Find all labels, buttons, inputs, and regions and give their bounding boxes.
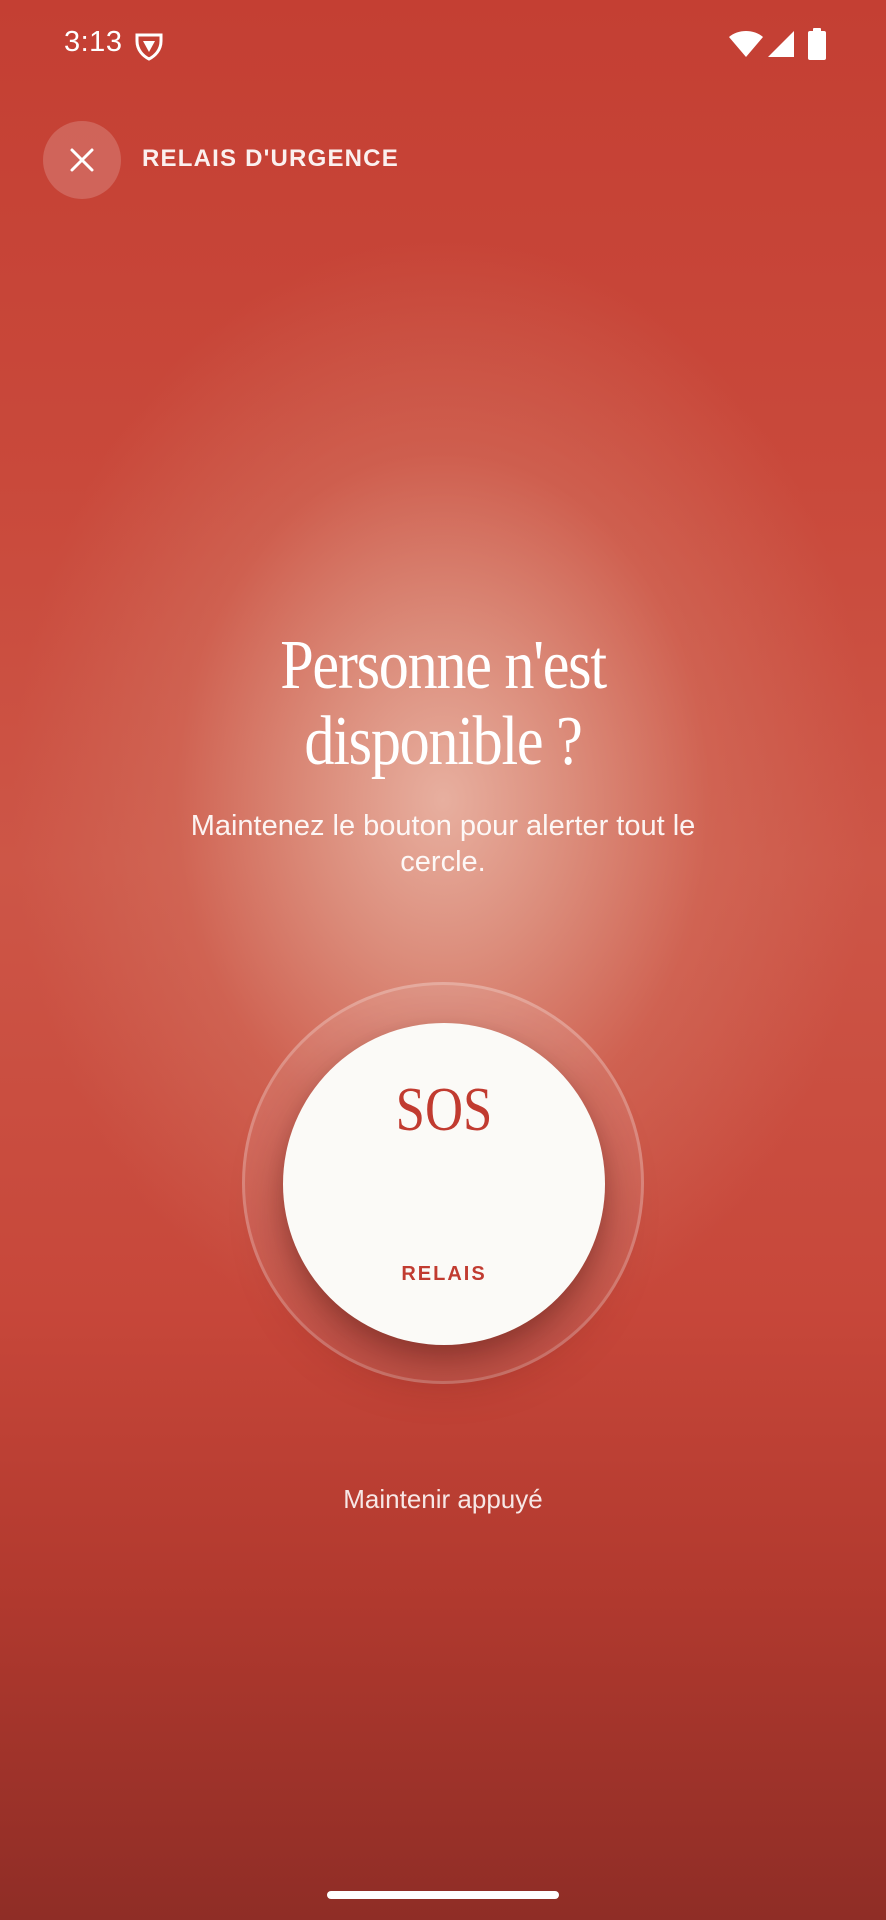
emergency-relay-screen: 3:13 RELAIS D'URGENCE Personne n'est dis… bbox=[0, 0, 886, 1920]
battery-icon bbox=[808, 28, 826, 60]
wifi-icon bbox=[729, 31, 763, 57]
status-bar: 3:13 bbox=[0, 0, 886, 90]
sos-relay-button[interactable]: SOS RELAIS bbox=[283, 1023, 605, 1345]
sos-sublabel: RELAIS bbox=[401, 1263, 487, 1285]
page-title: RELAIS D'URGENCE bbox=[142, 145, 399, 172]
shield-badge-icon bbox=[135, 33, 163, 61]
status-time: 3:13 bbox=[64, 26, 123, 58]
headline: Personne n'est disponible ? bbox=[62, 628, 824, 780]
headline-line-2: disponible ? bbox=[304, 703, 582, 780]
close-icon bbox=[70, 148, 94, 172]
sos-label: SOS bbox=[395, 1076, 493, 1144]
cell-signal-icon bbox=[768, 31, 794, 57]
hold-hint: Maintenir appuyé bbox=[343, 1484, 543, 1514]
subtitle: Maintenez le bouton pour alerter tout le… bbox=[190, 810, 696, 878]
headline-line-1: Personne n'est bbox=[280, 627, 607, 704]
home-indicator[interactable] bbox=[327, 1891, 559, 1899]
close-button[interactable] bbox=[43, 121, 121, 199]
